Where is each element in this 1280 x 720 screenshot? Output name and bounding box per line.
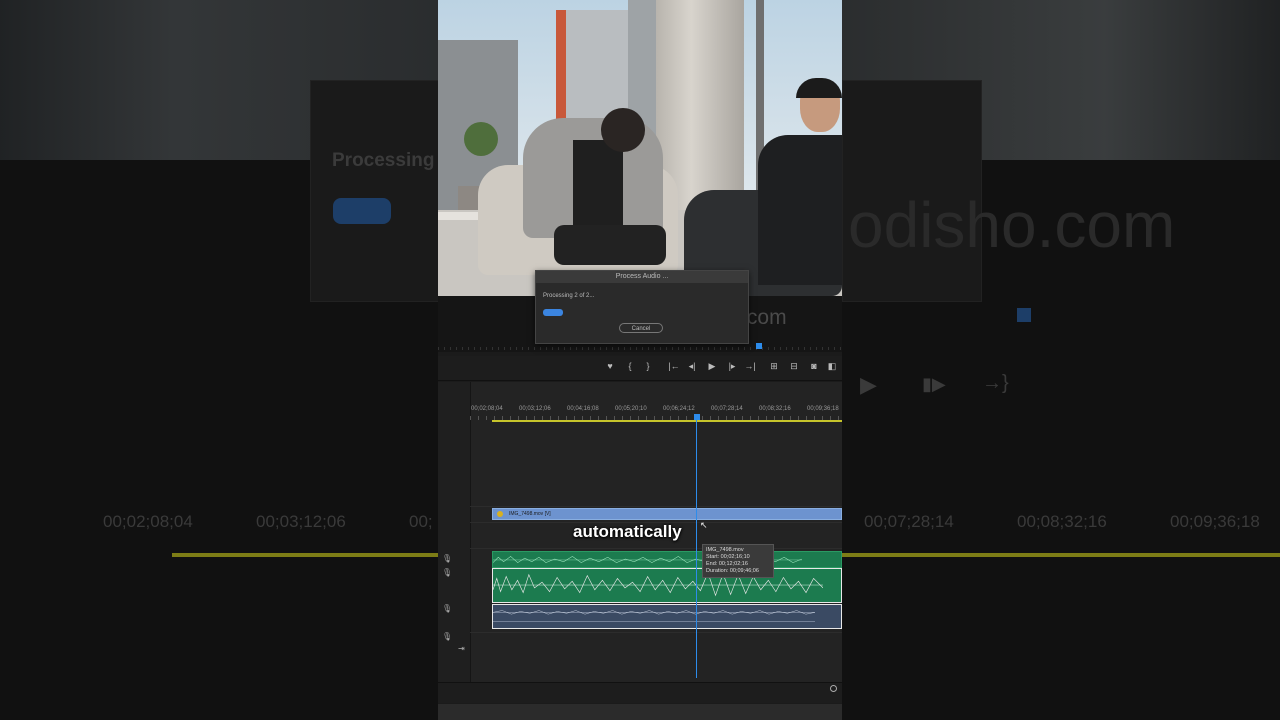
insert-icon[interactable]: ⊞ [768, 361, 780, 372]
background-step-forward-icon: ▮▶ [922, 374, 946, 394]
track-headers: 🎙 🎙 🎙 🎙 ⇥ [438, 382, 471, 682]
overwrite-icon[interactable]: ⊟ [788, 361, 800, 372]
timecode-label: 00;04;16;08 [567, 406, 599, 412]
timeline-playhead-handle[interactable] [694, 414, 700, 420]
background-processing-text: Processing 2 [332, 150, 438, 171]
zoom-handle-icon[interactable] [830, 685, 837, 692]
mic-icon[interactable]: 🎙 [442, 554, 452, 563]
tooltip-duration: Duration: 00;09;46;06 [706, 568, 759, 574]
background-progress-bar [333, 198, 391, 224]
cancel-button[interactable]: Cancel [619, 323, 663, 333]
background-timecode: 00;07;28;14 [864, 512, 954, 531]
mic-icon[interactable]: 🎙 [442, 632, 452, 641]
in-point-icon[interactable]: { [624, 361, 636, 371]
background-watermark: odisho.com [848, 189, 1176, 261]
audio-clip-a3[interactable] [492, 604, 842, 629]
clip-tooltip: IMG_7498.mov Start: 00;02;16;10 End: 00;… [702, 544, 774, 578]
background-go-to-out-icon: →} [982, 372, 1009, 394]
background-timecode: 00;03;12;06 [256, 512, 346, 531]
audio-clip-a2[interactable] [492, 568, 842, 603]
track-divider [470, 632, 842, 633]
bottom-bar [438, 704, 842, 720]
step-forward-icon[interactable]: |▸ [726, 361, 738, 372]
person-head-headphones [601, 108, 645, 152]
video-clip[interactable]: IMG_7498.mov [V] [492, 508, 842, 520]
step-back-icon[interactable]: ◂| [686, 361, 698, 372]
transport-controls: ♥ { } |← ◂| ▶ |▸ →| ⊞ ⊟ ◙ ◧ [438, 356, 842, 381]
background-work-area [842, 553, 1280, 557]
background-playhead-marker [1017, 308, 1031, 322]
tooltip-start: Start: 00;02;16;10 [706, 554, 750, 560]
progress-bar [543, 309, 739, 316]
timecode-label: 00;02;08;04 [471, 406, 503, 412]
audio-clip-a1[interactable] [492, 551, 842, 568]
premiere-window: www.justinodisho.com Process Audio ... P… [438, 0, 842, 720]
background-timecode: 00; [409, 512, 433, 531]
plant [464, 122, 498, 156]
person-legs [554, 225, 666, 265]
timecode-label: 00;08;32;16 [759, 406, 791, 412]
process-audio-dialog: Process Audio ... Processing 2 of 2... C… [535, 270, 749, 344]
dialog-title: Process Audio ... [536, 271, 748, 283]
marker-icon[interactable]: ♥ [604, 361, 616, 371]
monitor-playhead[interactable] [756, 343, 762, 349]
background-dialog-left [310, 80, 438, 302]
timecode-label: 00;03;12;06 [519, 406, 551, 412]
interviewer-body [758, 135, 842, 285]
tooltip-end: End: 00;12;02;16 [706, 561, 748, 567]
work-area-bar[interactable] [492, 420, 842, 422]
background-right-blur: odisho.com 00;07;28;14 00;08;32;16 00;09… [842, 0, 1280, 720]
mouse-cursor-icon: ↖ [700, 520, 708, 530]
export-frame-icon[interactable]: ◙ [808, 361, 820, 371]
timecode-label: 00;09;36;18 [807, 406, 839, 412]
go-to-in-icon[interactable]: |← [668, 361, 680, 371]
timeline-playhead-line [696, 420, 697, 678]
go-to-out-icon[interactable]: →| [744, 361, 756, 371]
subtitle-caption: automatically [573, 522, 682, 541]
background-timecode: 00;08;32;16 [1017, 512, 1107, 531]
dialog-message: Processing 2 of 2... [543, 293, 595, 299]
monitor-scrubber[interactable] [438, 347, 842, 350]
background-play-icon: ▶ [860, 372, 877, 397]
tooltip-clip-name: IMG_7498.mov [706, 547, 744, 553]
out-point-icon[interactable]: } [642, 361, 654, 371]
timecode-label: 00;07;28;14 [711, 406, 743, 412]
fx-badge-icon [497, 511, 503, 517]
background-timecode: 00;09;36;18 [1170, 512, 1260, 531]
track-divider [470, 506, 842, 507]
expand-track-icon[interactable]: ⇥ [458, 644, 465, 653]
audio-waveform [493, 610, 815, 622]
background-left-blur: Processing 2 00;02;08;04 00;03;12;06 00; [0, 0, 438, 720]
mic-icon[interactable]: 🎙 [442, 604, 452, 613]
timecode-label: 00;05;20;10 [615, 406, 647, 412]
timeline-scrollbar[interactable] [438, 682, 842, 703]
person-shirt [573, 140, 623, 230]
progress-bar-fill [543, 309, 563, 316]
timecode-label: 00;06;24;12 [663, 406, 695, 412]
compare-icon[interactable]: ◧ [826, 361, 838, 372]
video-clip-label: IMG_7498.mov [V] [509, 511, 551, 517]
background-timecode: 00;02;08;04 [103, 512, 193, 531]
track-divider [470, 548, 842, 549]
mic-icon[interactable]: 🎙 [442, 568, 452, 577]
background-work-area [172, 553, 438, 557]
play-icon[interactable]: ▶ [706, 361, 718, 372]
program-monitor-video [438, 0, 842, 296]
